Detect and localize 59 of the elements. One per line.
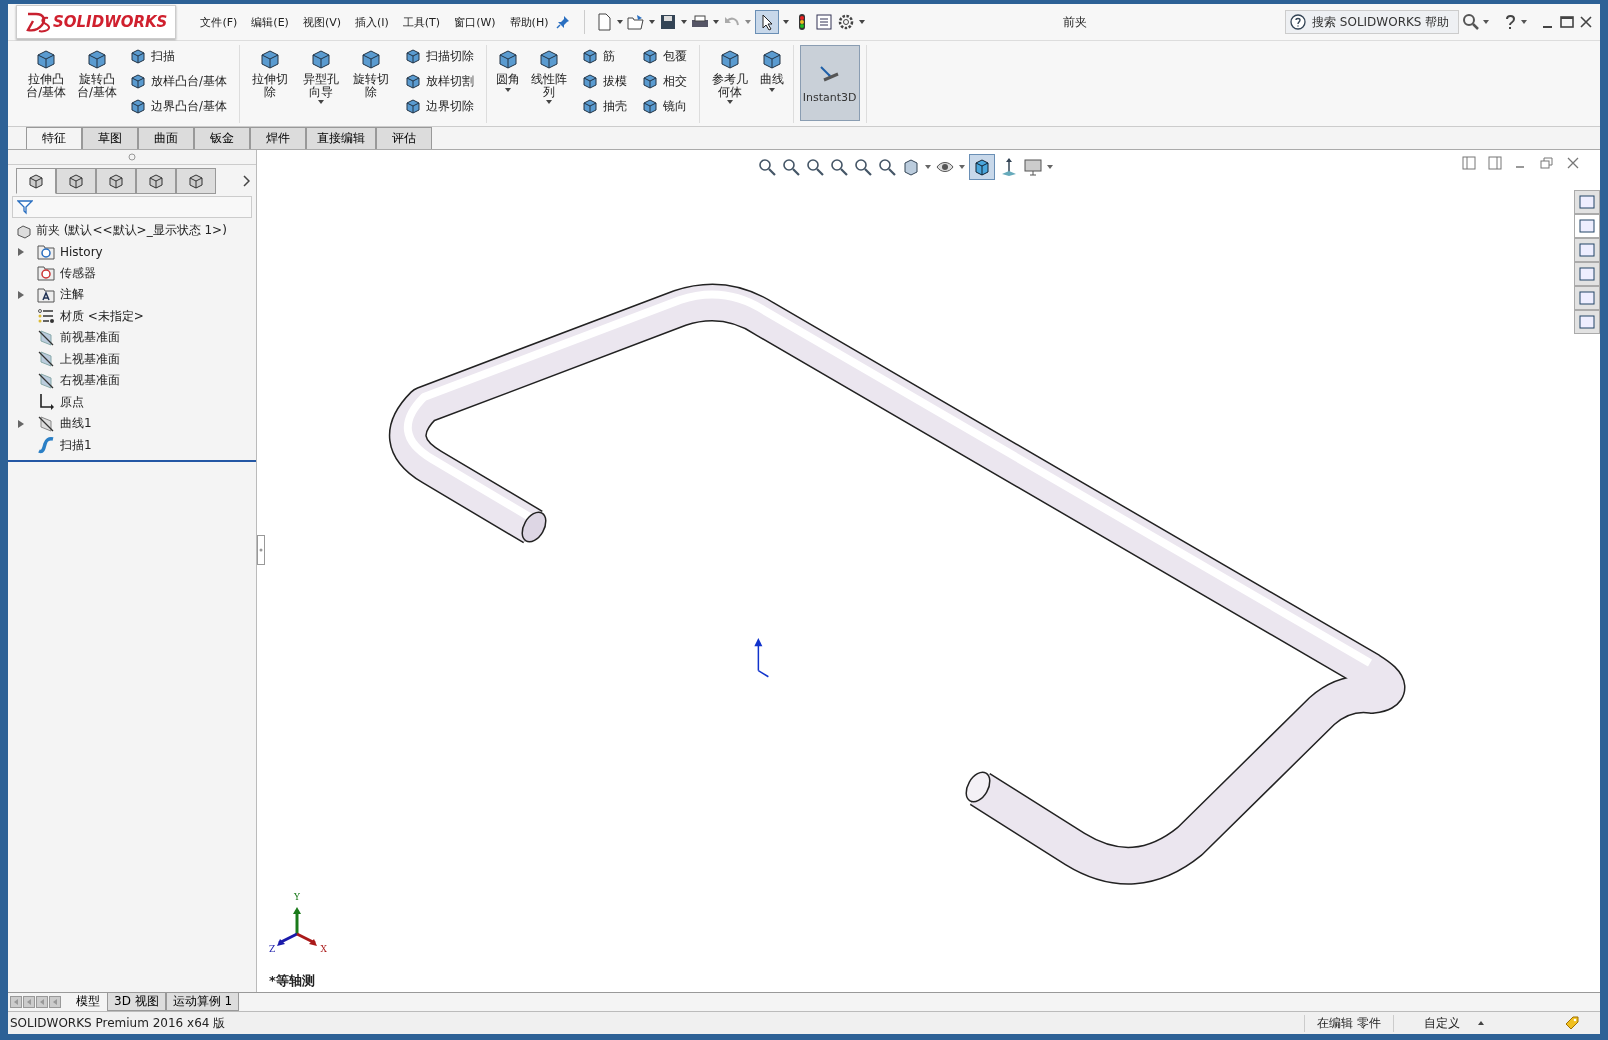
model-tab[interactable]: 3D 视图 [107, 993, 166, 1011]
ribbon-button[interactable]: 异型孔向导 [296, 45, 346, 123]
menu-item[interactable]: 窗口(W) [447, 12, 503, 32]
tree-item[interactable]: 注解 [60, 286, 84, 304]
menu-item[interactable]: 插入(I) [348, 12, 396, 32]
ribbon-button[interactable]: 包覆 [638, 45, 691, 67]
window-title: 前夹 [1062, 13, 1089, 31]
tree-item[interactable]: 右视基准面 [60, 372, 120, 390]
tree-item[interactable]: 上视基准面 [60, 350, 120, 368]
ribbon-button[interactable]: 相交 [638, 70, 691, 92]
menu-item[interactable]: 视图(V) [295, 12, 348, 32]
command-tab[interactable]: 钣金 [194, 127, 250, 149]
ribbon-button[interactable]: 拔模 [578, 70, 631, 92]
status-text: 在编辑 零件 [1304, 1014, 1394, 1032]
command-tab[interactable]: 特征 [26, 127, 82, 149]
command-tab[interactable]: 评估 [376, 127, 432, 149]
menu-item[interactable]: 帮助(H) [502, 12, 556, 32]
axis-label: Y [294, 892, 300, 902]
menu-item[interactable]: 文件(F) [193, 12, 245, 32]
tree-item[interactable]: 曲线1 [60, 415, 92, 433]
search-field[interactable]: 搜索 SOLIDWORKS 帮助 [1285, 10, 1459, 34]
ribbon-button[interactable]: 圆角 [492, 45, 523, 123]
command-tab[interactable]: 焊件 [250, 127, 306, 149]
tree-item[interactable]: 前视基准面 [60, 329, 120, 347]
ribbon-button[interactable]: 拉伸切除 [245, 45, 295, 123]
axis-label: Z [269, 944, 276, 954]
ribbon-button[interactable]: 旋转凸台/基体 [72, 45, 122, 123]
model-tab[interactable]: 运动算例 1 [165, 993, 240, 1011]
ribbon-button[interactable]: 抽壳 [578, 95, 631, 117]
ribbon-button[interactable]: 旋转切除 [347, 45, 396, 123]
ribbon-button[interactable]: 参考几何体 [706, 45, 755, 123]
tree-item[interactable]: 传感器 [60, 264, 96, 282]
tree-item[interactable]: 扫描1 [60, 436, 92, 454]
command-tab[interactable]: 草图 [82, 127, 138, 149]
axis-label: X [320, 944, 327, 954]
tree-root[interactable]: 前夹 (默认<<默认>_显示状态 1>) [36, 222, 227, 239]
tree-item[interactable]: 原点 [60, 393, 84, 411]
ribbon-button[interactable]: 放样凸台/基体 [126, 70, 230, 92]
ribbon-button[interactable]: 拉伸凸台/基体 [22, 45, 71, 123]
ribbon-button[interactable]: 扫描 [126, 45, 230, 67]
ribbon-button[interactable]: 边界切除 [400, 95, 477, 117]
solidworks-logo[interactable]: SOLIDWORKS [16, 5, 177, 39]
command-tab[interactable]: 曲面 [138, 127, 194, 149]
command-tab[interactable]: 直接编辑 [306, 127, 376, 149]
view-name: *等轴测 [269, 972, 315, 990]
ribbon-button[interactable]: 筋 [578, 45, 631, 67]
instant3d-button[interactable]: Instant3D [799, 45, 860, 121]
menu-item[interactable]: 工具(T) [395, 12, 448, 32]
menu-item[interactable]: 编辑(E) [244, 12, 296, 32]
ribbon-button[interactable]: 曲线 [756, 45, 787, 123]
ribbon-button[interactable]: 边界凸台/基体 [126, 95, 230, 117]
ribbon-button[interactable]: 扫描切除 [400, 45, 477, 67]
tree-item[interactable]: History [60, 244, 103, 259]
ribbon-button[interactable]: 放样切割 [400, 70, 477, 92]
status-text: SOLIDWORKS Premium 2016 x64 版 [9, 1014, 227, 1032]
tree-item[interactable]: 材质 <未指定> [60, 307, 144, 325]
ribbon-button[interactable]: 线性阵列 [524, 45, 574, 123]
units-selector[interactable]: 自定义 [1424, 1014, 1460, 1032]
ribbon-button[interactable]: 镜向 [638, 95, 691, 117]
